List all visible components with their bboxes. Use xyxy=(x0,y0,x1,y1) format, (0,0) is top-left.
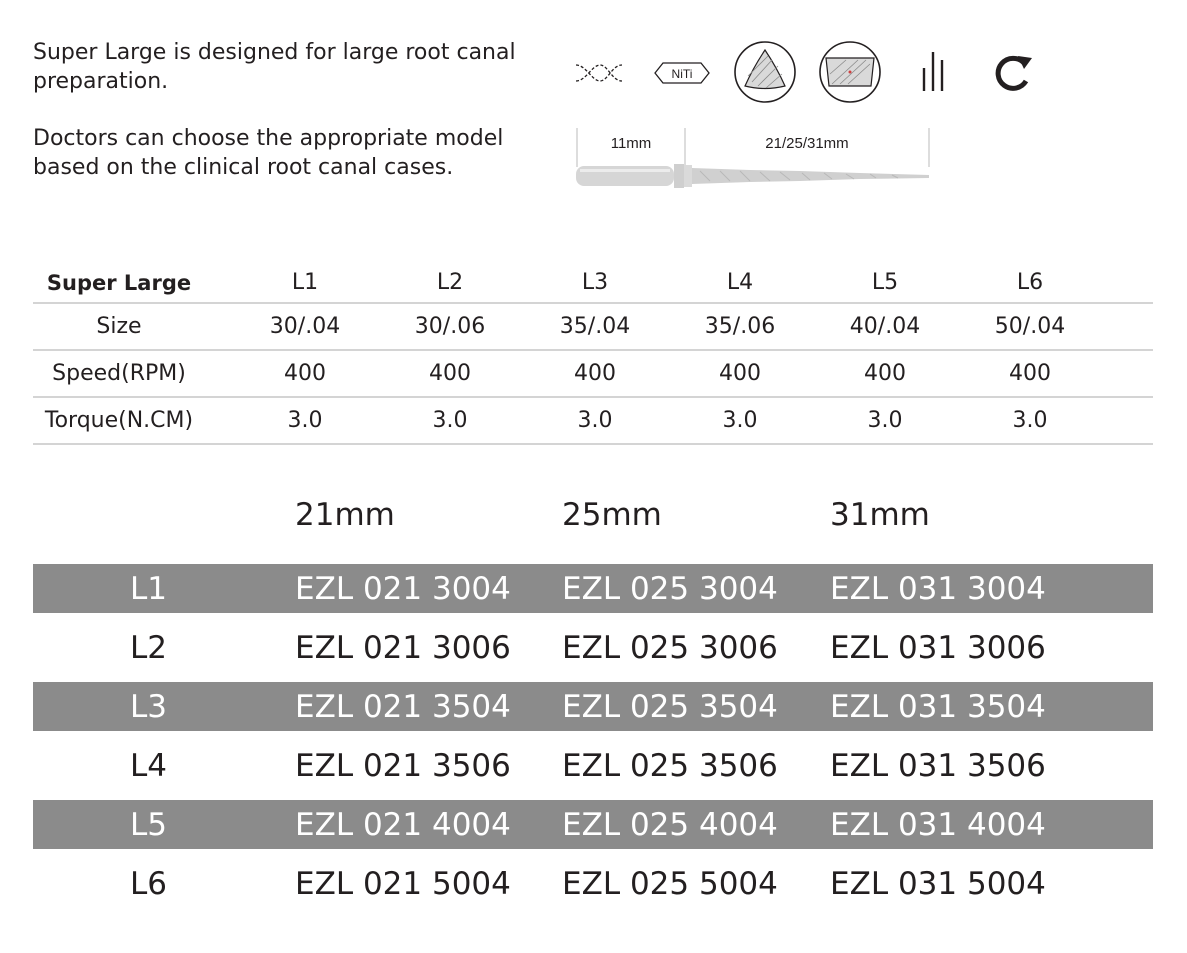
product-code: EZL 025 4004 xyxy=(562,806,778,843)
spec-header-model: L3 xyxy=(581,270,609,295)
table-row: L4 EZL 021 3506 EZL 025 3506 EZL 031 350… xyxy=(33,736,1153,795)
handle-length-label: 11mm xyxy=(611,135,652,152)
spec-value: 30/.04 xyxy=(269,314,341,339)
product-code: EZL 031 3504 xyxy=(830,688,1046,725)
triangular-cross-section-icon xyxy=(734,41,796,103)
spec-value: 400 xyxy=(574,361,616,386)
intro-text-1: Super Large is designed for large root c… xyxy=(33,40,516,94)
spec-row-label: Size xyxy=(96,314,142,339)
spec-header-row: Super Large L1 L2 L3 L4 L5 L6 xyxy=(33,263,1153,304)
spec-row-label: Torque(N.CM) xyxy=(44,408,194,433)
spec-header-model: L4 xyxy=(726,270,754,295)
length-header: 21mm xyxy=(295,497,395,533)
spec-row-label: Speed(RPM) xyxy=(52,361,186,386)
rotation-icon xyxy=(995,55,1032,91)
model-label: L3 xyxy=(130,688,167,725)
spec-value: 3.0 xyxy=(287,408,323,433)
intro-text-2: Doctors can choose the appropriate model… xyxy=(33,126,504,180)
spec-value: 3.0 xyxy=(722,408,758,433)
blade-length-label: 21/25/31mm xyxy=(765,135,848,152)
table-row: L6 EZL 021 5004 EZL 025 5004 EZL 031 500… xyxy=(33,854,1153,913)
svg-text:NiTi: NiTi xyxy=(672,67,693,81)
product-code: EZL 031 3004 xyxy=(830,570,1046,607)
niti-icon: NiTi xyxy=(654,62,710,84)
table-row: L3 EZL 021 3504 EZL 025 3504 EZL 031 350… xyxy=(33,682,1153,731)
length-header: 25mm xyxy=(562,497,662,533)
spec-row-size: Size 30/.04 30/.06 35/.04 35/.06 40/.04 … xyxy=(33,304,1153,351)
square-cross-section-icon xyxy=(819,41,881,103)
spec-header-model: L6 xyxy=(1016,270,1044,295)
product-code: EZL 031 3506 xyxy=(830,747,1046,784)
spec-row-torque: Torque(N.CM) 3.0 3.0 3.0 3.0 3.0 3.0 xyxy=(33,398,1153,445)
spec-value: 30/.06 xyxy=(414,314,486,339)
model-label: L1 xyxy=(130,570,167,607)
feature-icons: NiTi xyxy=(572,38,1042,108)
three-files-icon xyxy=(922,52,944,91)
table-row: L5 EZL 021 4004 EZL 025 4004 EZL 031 400… xyxy=(33,800,1153,849)
spec-value: 400 xyxy=(864,361,906,386)
code-table-header: 21mm 25mm 31mm xyxy=(33,497,1153,559)
product-code: EZL 031 4004 xyxy=(830,806,1046,843)
product-code: EZL 021 3006 xyxy=(295,629,511,666)
spec-header-label: Super Large xyxy=(46,270,192,295)
model-label: L5 xyxy=(130,806,167,843)
length-header: 31mm xyxy=(830,497,930,533)
spec-value: 35/.06 xyxy=(704,314,776,339)
spec-value: 35/.04 xyxy=(559,314,631,339)
product-code: EZL 021 3004 xyxy=(295,570,511,607)
spec-value: 400 xyxy=(1009,361,1051,386)
product-code: EZL 021 3504 xyxy=(295,688,511,725)
spec-value: 3.0 xyxy=(577,408,613,433)
product-code: EZL 021 5004 xyxy=(295,865,511,902)
product-code: EZL 025 5004 xyxy=(562,865,778,902)
spec-value: 3.0 xyxy=(1012,408,1048,433)
product-code: EZL 021 3506 xyxy=(295,747,511,784)
table-row: L1 EZL 021 3004 EZL 025 3004 EZL 031 300… xyxy=(33,564,1153,613)
spec-header-model: L2 xyxy=(436,270,464,295)
table-row: L2 EZL 021 3006 EZL 025 3006 EZL 031 300… xyxy=(33,618,1153,677)
file-length-diagram: 11mm 21/25/31mm xyxy=(570,125,940,195)
product-code: EZL 025 3006 xyxy=(562,629,778,666)
spec-value: 3.0 xyxy=(432,408,468,433)
model-label: L2 xyxy=(130,629,167,666)
model-label: L4 xyxy=(130,747,167,784)
product-code: EZL 025 3004 xyxy=(562,570,778,607)
helix-icon xyxy=(575,64,623,82)
product-code: EZL 025 3504 xyxy=(562,688,778,725)
spec-value: 400 xyxy=(719,361,761,386)
spec-table: Super Large L1 L2 L3 L4 L5 L6 Size 30/.0… xyxy=(33,263,1153,445)
spec-value: 3.0 xyxy=(867,408,903,433)
spec-value: 50/.04 xyxy=(994,314,1066,339)
spec-value: 400 xyxy=(284,361,326,386)
model-label: L6 xyxy=(130,865,167,902)
spec-row-speed: Speed(RPM) 400 400 400 400 400 400 xyxy=(33,351,1153,398)
spec-header-model: L5 xyxy=(871,270,899,295)
endodontic-file-image xyxy=(576,164,929,188)
spec-value: 400 xyxy=(429,361,471,386)
product-code: EZL 031 5004 xyxy=(830,865,1046,902)
spec-value: 40/.04 xyxy=(849,314,921,339)
product-code-table: 21mm 25mm 31mm L1 EZL 021 3004 EZL 025 3… xyxy=(33,497,1153,913)
spec-header-model: L1 xyxy=(291,270,319,295)
product-code: EZL 021 4004 xyxy=(295,806,511,843)
product-code: EZL 031 3006 xyxy=(830,629,1046,666)
product-code: EZL 025 3506 xyxy=(562,747,778,784)
